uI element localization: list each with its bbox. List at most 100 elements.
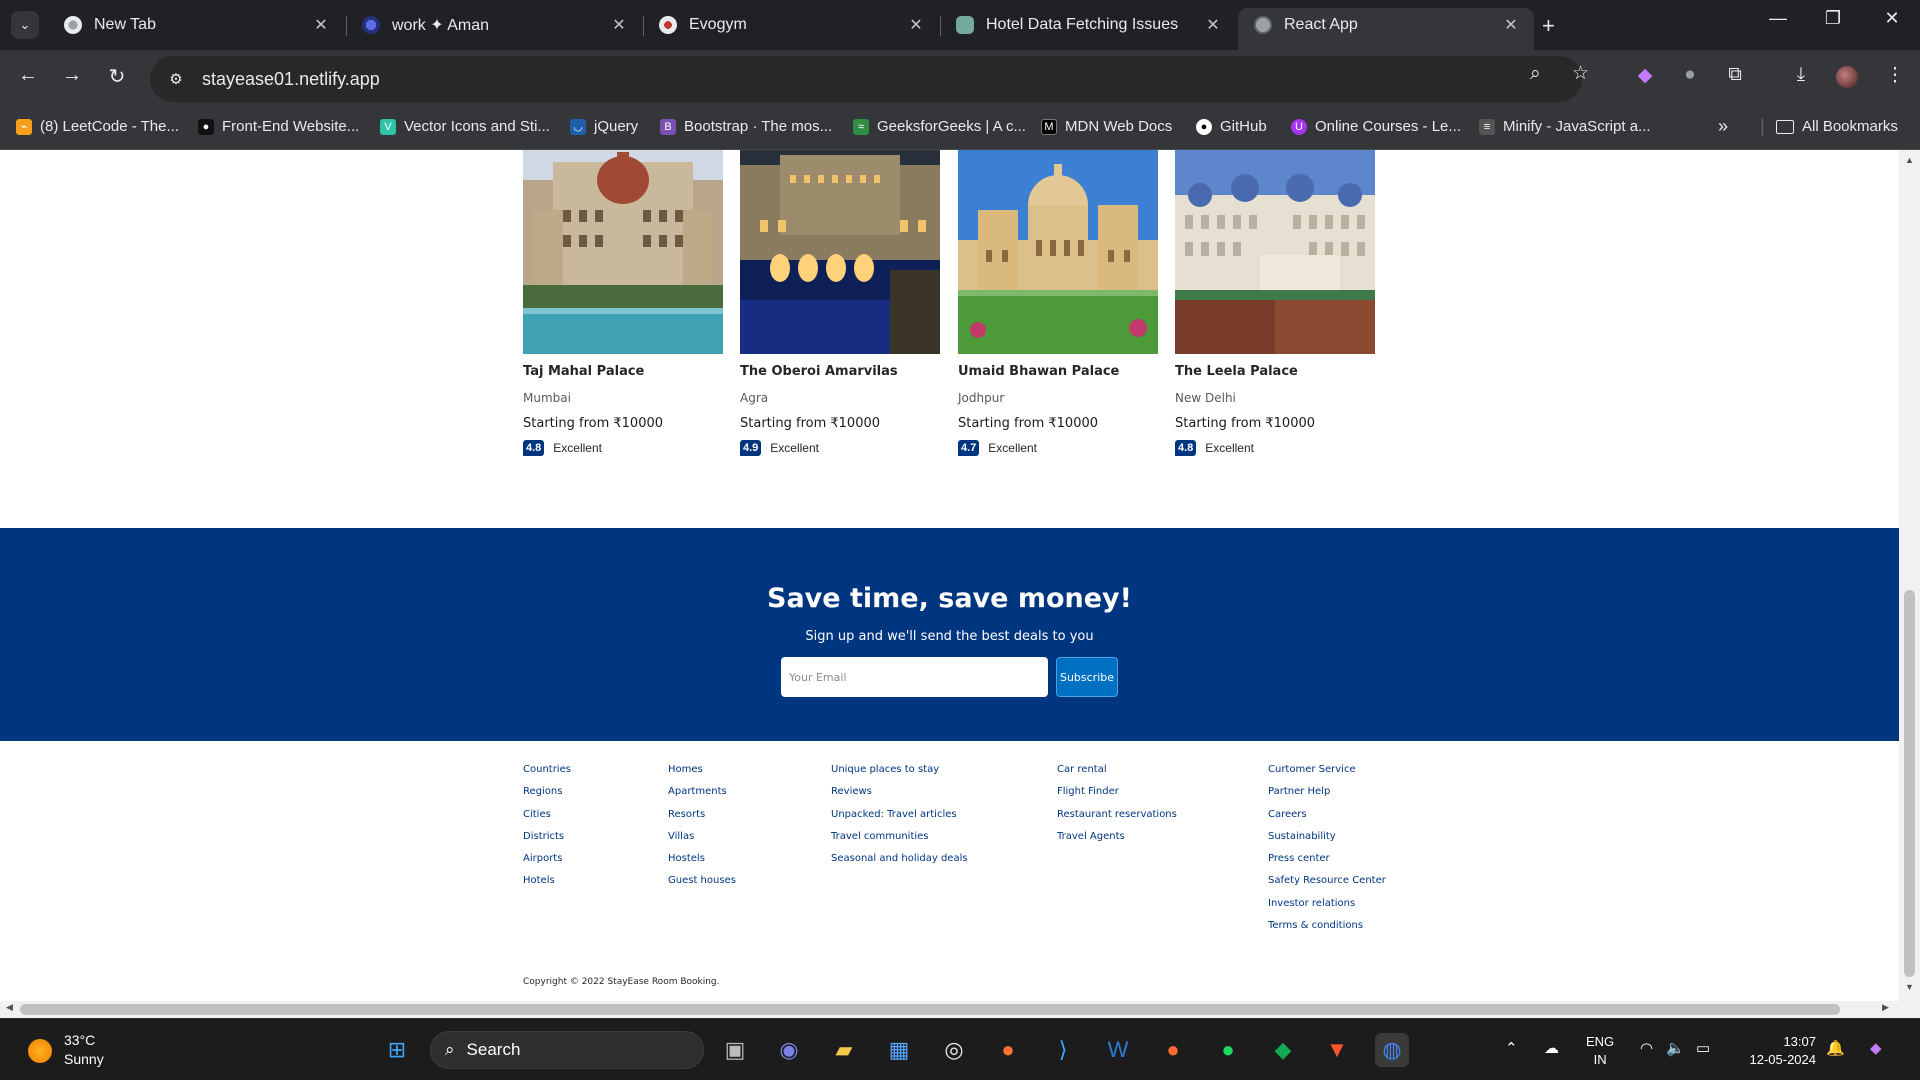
extensions-puzzle-icon[interactable]: ⧉ [1720,64,1750,86]
teams-icon[interactable]: ◉ [772,1033,806,1067]
scroll-left-arrow-icon[interactable]: ◀ [6,1002,13,1013]
scroll-right-arrow-icon[interactable]: ▶ [1882,1002,1889,1013]
hotel-name[interactable]: The Leela Palace [1175,364,1375,379]
all-bookmarks-button[interactable]: All Bookmarks [1776,118,1898,135]
new-tab-button[interactable]: + [1542,13,1555,39]
bookmark-bootstrap[interactable]: B Bootstrap · The mos... [660,118,832,135]
file-explorer-icon[interactable]: ▰ [827,1033,861,1067]
email-field[interactable] [781,657,1048,697]
footer-link[interactable]: Homes [668,763,736,785]
tab-evogym[interactable]: Evogym ✕ [643,8,939,42]
postman-icon[interactable]: ● [1156,1033,1190,1067]
battery-icon[interactable]: ▭ [1696,1039,1710,1057]
vertical-scrollbar[interactable]: ▲ ▼ [1899,150,1920,1001]
more-bookmarks-icon[interactable]: » [1718,116,1728,137]
bookmark-vector-icons[interactable]: V Vector Icons and Sti... [380,118,550,135]
close-icon[interactable]: ✕ [610,15,628,35]
tab-react-app[interactable]: React App ✕ [1238,8,1534,50]
close-icon[interactable]: ✕ [1502,15,1520,35]
sun-icon[interactable] [28,1039,52,1063]
back-icon[interactable]: ← [13,64,43,87]
restore-icon[interactable]: ❐ [1813,8,1853,29]
hotel-name[interactable]: Taj Mahal Palace [523,364,723,379]
tab-hotel-data[interactable]: Hotel Data Fetching Issues ✕ [940,8,1236,42]
hotel-image[interactable] [958,150,1158,354]
footer-link[interactable]: Seasonal and holiday deals [831,852,968,874]
footer-link[interactable]: Safety Resource Center [1268,874,1386,896]
bookmark-mdn[interactable]: M MDN Web Docs [1041,118,1172,135]
footer-link[interactable]: Reviews [831,785,968,807]
extension-icon[interactable]: ◆ [1630,64,1660,87]
address-bar[interactable]: ⚙ stayease01.netlify.app [150,56,1582,102]
brave-icon[interactable]: ▼ [1320,1033,1354,1067]
hotel-card[interactable]: The Leela Palace New Delhi Starting from… [1175,150,1375,456]
footer-link[interactable]: Investor relations [1268,897,1386,919]
weather-widget[interactable]: 33°C Sunny [64,1031,104,1069]
profile-avatar[interactable] [1834,64,1860,90]
hotel-card[interactable]: Umaid Bhawan Palace Jodhpur Starting fro… [958,150,1158,456]
footer-link[interactable]: Villas [668,830,736,852]
microsoft-store-icon[interactable]: ▦ [882,1033,916,1067]
extension-2-icon[interactable]: ● [1675,64,1705,86]
reload-icon[interactable]: ↻ [102,64,132,89]
footer-link[interactable]: Regions [523,785,571,807]
show-hidden-icons[interactable]: ⌃ [1505,1039,1518,1057]
footer-link[interactable]: Partner Help [1268,785,1386,807]
spotify-icon[interactable]: ● [1211,1033,1245,1067]
zoom-icon[interactable]: ⌕ [1530,63,1541,85]
url-text[interactable]: stayease01.netlify.app [202,69,380,90]
onedrive-icon[interactable]: ☁ [1544,1039,1559,1057]
scroll-up-arrow-icon[interactable]: ▲ [1899,155,1920,165]
footer-link[interactable]: Sustainability [1268,830,1386,852]
forward-icon[interactable]: → [57,64,87,87]
close-icon[interactable]: ✕ [907,15,925,35]
bookmark-leetcode[interactable]: ⌁ (8) LeetCode - The... [16,118,179,135]
footer-link[interactable]: Airports [523,852,571,874]
footer-link[interactable]: Hotels [523,874,571,896]
hotel-name[interactable]: Umaid Bhawan Palace [958,364,1158,379]
mongodb-icon[interactable]: ◆ [1266,1033,1300,1067]
windows-start-icon[interactable]: ⊞ [380,1033,414,1067]
scroll-down-arrow-icon[interactable]: ▼ [1899,982,1920,992]
footer-link[interactable]: Flight Finder [1057,785,1177,807]
bookmark-udemy[interactable]: U Online Courses - Le... [1291,118,1461,135]
subscribe-button[interactable]: Subscribe [1056,657,1118,697]
close-icon[interactable]: ✕ [1204,15,1222,35]
tab-search-button[interactable]: ⌄ [11,11,39,39]
footer-link[interactable]: Cities [523,808,571,830]
scrollbar-thumb[interactable] [20,1004,1840,1015]
footer-link[interactable]: Resorts [668,808,736,830]
site-info-icon[interactable]: ⚙ [156,70,196,88]
scrollbar-thumb[interactable] [1904,590,1915,977]
wifi-icon[interactable]: ◠ [1640,1039,1653,1057]
language-indicator[interactable]: ENG IN [1586,1033,1614,1069]
notification-bell-icon[interactable]: 🔔 [1826,1039,1845,1057]
footer-link[interactable]: Unique places to stay [831,763,968,785]
clock[interactable]: 13:07 12-05-2024 [1736,1033,1817,1069]
task-view-icon[interactable]: ▣ [718,1033,752,1067]
footer-link[interactable]: Careers [1268,808,1386,830]
app-icon[interactable]: ◎ [937,1033,971,1067]
footer-link[interactable]: Car rental [1057,763,1177,785]
taskbar-search[interactable]: ⌕ Search [430,1031,704,1069]
copilot-icon[interactable]: ◆ [1870,1039,1882,1057]
hotel-name[interactable]: The Oberoi Amarvilas [740,364,940,379]
hotel-card[interactable]: The Oberoi Amarvilas Agra Starting from … [740,150,940,456]
footer-link[interactable]: Hostels [668,852,736,874]
volume-icon[interactable]: 🔈 [1666,1039,1685,1057]
word-icon[interactable]: W [1101,1033,1135,1067]
vscode-icon[interactable]: ⟩ [1046,1033,1080,1067]
bookmark-github[interactable]: ● GitHub [1196,118,1267,135]
footer-link[interactable]: Districts [523,830,571,852]
tab-new-tab[interactable]: New Tab ✕ [48,8,344,42]
footer-link[interactable]: Restaurant reservations [1057,808,1177,830]
window-close-icon[interactable]: ✕ [1872,8,1912,29]
footer-link[interactable]: Unpacked: Travel articles [831,808,968,830]
firefox-icon[interactable]: ● [991,1033,1025,1067]
hotel-image[interactable] [740,150,940,354]
close-icon[interactable]: ✕ [312,15,330,35]
download-icon[interactable]: ⤓ [1786,64,1816,86]
bookmark-star-icon[interactable]: ☆ [1572,62,1589,85]
footer-link[interactable]: Curtomer Service [1268,763,1386,785]
footer-link[interactable]: Travel communities [831,830,968,852]
